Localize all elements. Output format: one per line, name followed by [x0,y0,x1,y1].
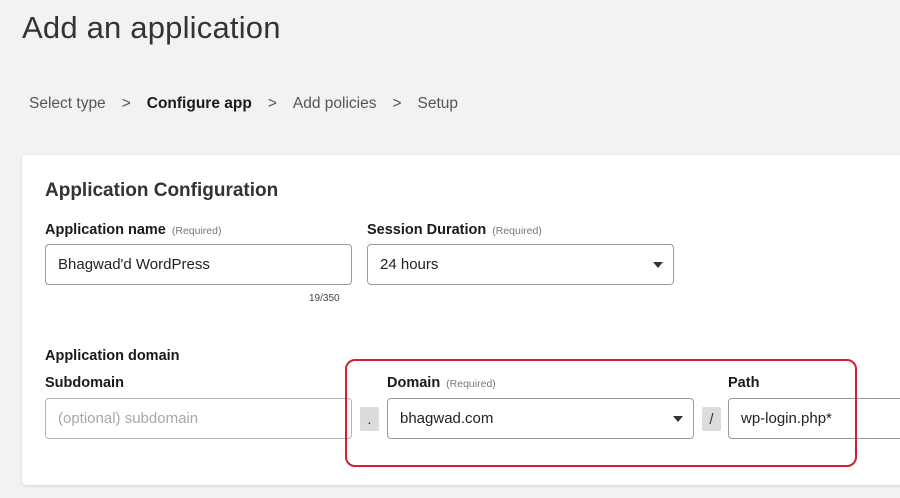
app-name-label: Application name (Required) [45,222,221,238]
path-label: Path [728,375,760,391]
session-duration-value: 24 hours [380,256,439,273]
domain-label-text: Domain [387,375,441,391]
required-hint: (Required) [492,225,542,237]
app-name-input[interactable]: Bhagwad'd WordPress [45,244,352,285]
breadcrumb: Select type > Configure app > Add polici… [29,95,458,113]
app-name-value: Bhagwad'd WordPress [58,256,210,273]
subdomain-input[interactable]: (optional) subdomain [45,398,352,439]
slash-separator: / [702,407,721,431]
chevron-down-icon [673,415,683,422]
app-name-label-text: Application name [45,222,166,238]
breadcrumb-select-type[interactable]: Select type [29,95,106,113]
session-duration-label: Session Duration (Required) [367,222,542,238]
required-hint: (Required) [446,378,496,390]
section-title: Application Configuration [45,180,279,201]
subdomain-placeholder: (optional) subdomain [58,410,199,427]
domain-value: bhagwad.com [400,410,494,427]
breadcrumb-add-policies: Add policies [292,95,377,112]
domain-select[interactable]: bhagwad.com [387,398,694,439]
session-duration-select[interactable]: 24 hours [367,244,674,285]
char-counter: 19/350 [309,293,340,304]
chevron-down-icon [653,261,663,268]
breadcrumb-setup: Setup [417,95,459,112]
breadcrumb-separator: > [121,95,131,112]
domain-label: Domain (Required) [387,375,496,391]
path-input[interactable]: wp-login.php* [728,398,900,439]
dot-separator: . [360,407,379,431]
path-value: wp-login.php* [741,410,832,427]
breadcrumb-configure-app: Configure app [146,95,252,112]
required-hint: (Required) [171,225,222,237]
session-duration-label-text: Session Duration [367,222,487,238]
breadcrumb-separator: > [267,95,277,112]
app-domain-label: Application domain [45,348,180,364]
page-title: Add an application [22,10,281,45]
subdomain-label: Subdomain [45,375,124,391]
configuration-card: Application Configuration Application na… [22,155,900,485]
breadcrumb-separator: > [392,95,402,112]
